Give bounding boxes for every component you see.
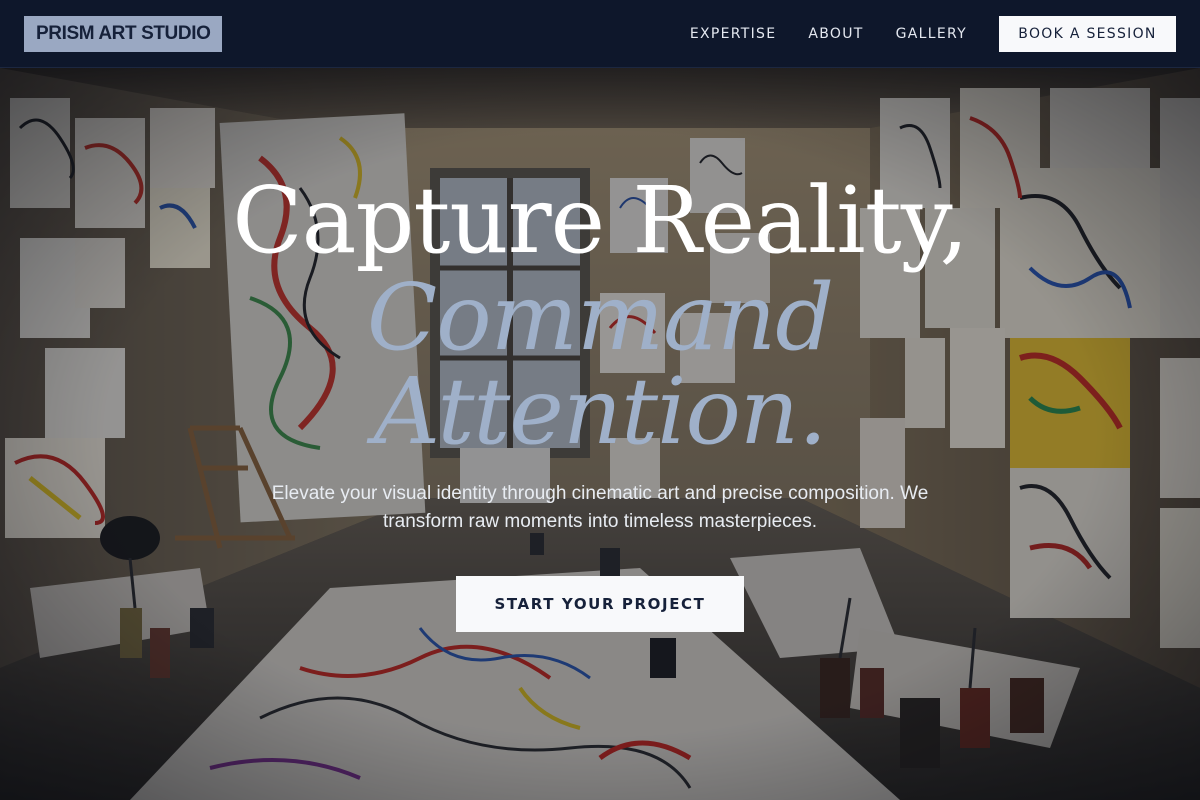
hero-headline-line1: Capture Reality, bbox=[232, 167, 968, 274]
hero-section: Capture Reality, Command Attention. Elev… bbox=[0, 68, 1200, 800]
nav-link-about[interactable]: ABOUT bbox=[808, 26, 863, 42]
hero-content: Capture Reality, Command Attention. Elev… bbox=[0, 68, 1200, 800]
hero-headline-line3: Attention. bbox=[373, 358, 828, 465]
book-session-button[interactable]: BOOK A SESSION bbox=[999, 16, 1176, 52]
start-project-button[interactable]: START YOUR PROJECT bbox=[456, 576, 744, 632]
top-nav: PRISM ART STUDIO EXPERTISE ABOUT GALLERY… bbox=[0, 0, 1200, 68]
nav-links: EXPERTISE ABOUT GALLERY BOOK A SESSION bbox=[690, 16, 1176, 52]
brand-logo[interactable]: PRISM ART STUDIO bbox=[24, 16, 223, 52]
hero-headline-line2: Command bbox=[366, 264, 834, 371]
nav-link-expertise[interactable]: EXPERTISE bbox=[690, 26, 777, 42]
nav-link-gallery[interactable]: GALLERY bbox=[896, 26, 967, 42]
hero-subtitle: Elevate your visual identity through cin… bbox=[271, 483, 929, 532]
